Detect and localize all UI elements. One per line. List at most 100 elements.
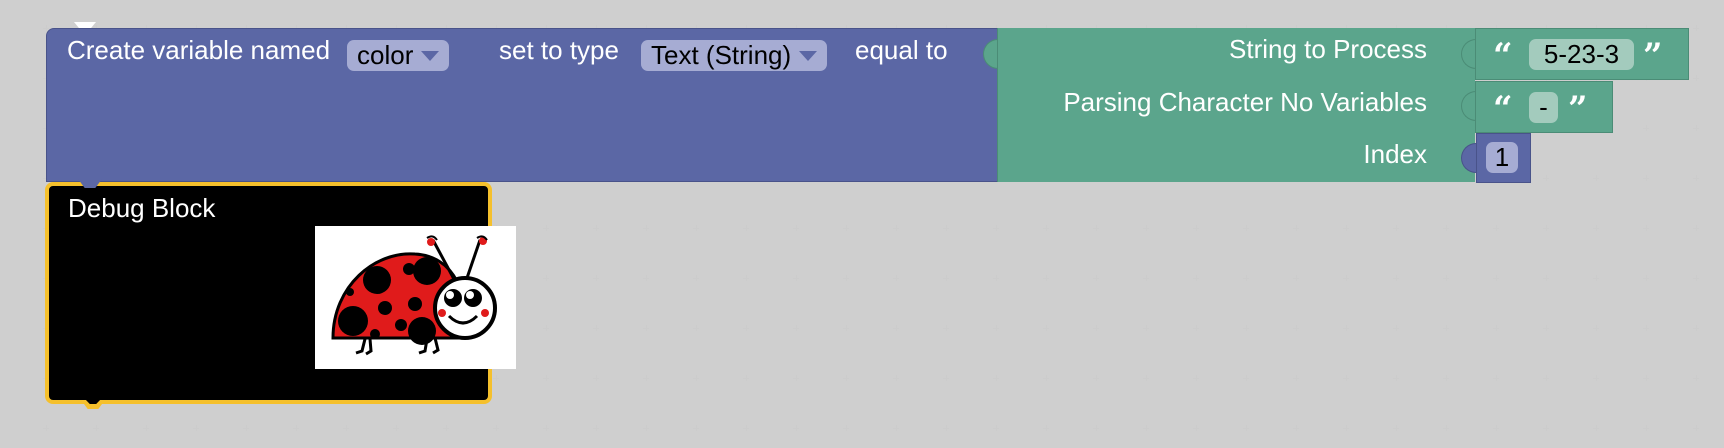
grid-dot xyxy=(643,325,649,331)
grid-dot xyxy=(93,425,99,431)
grid-dot xyxy=(1693,175,1699,181)
index-number-block[interactable]: 1 xyxy=(1476,133,1531,183)
grid-dot xyxy=(693,275,699,281)
ladybug-image xyxy=(315,226,516,369)
grid-dot xyxy=(1443,225,1449,231)
grid-dot xyxy=(593,325,599,331)
grid-dot xyxy=(1593,325,1599,331)
grid-dot xyxy=(1343,425,1349,431)
grid-dot xyxy=(1393,275,1399,281)
grid-dot xyxy=(43,425,49,431)
variable-type-value: Text (String) xyxy=(651,40,792,70)
grid-dot xyxy=(1043,375,1049,381)
grid-dot xyxy=(793,425,799,431)
grid-dot xyxy=(1693,125,1699,131)
grid-dot xyxy=(1693,425,1699,431)
grid-dot xyxy=(1043,425,1049,431)
grid-dot xyxy=(543,225,549,231)
grid-dot xyxy=(1243,325,1249,331)
grid-dot xyxy=(1043,325,1049,331)
grid-dot xyxy=(1693,325,1699,331)
grid-dot xyxy=(1243,375,1249,381)
grid-dot xyxy=(893,425,899,431)
grid-dot xyxy=(1293,425,1299,431)
grid-dot xyxy=(1293,325,1299,331)
grid-dot xyxy=(943,425,949,431)
string-to-process-block[interactable]: “ 5-23-3 ” xyxy=(1475,28,1689,80)
grid-dot xyxy=(643,275,649,281)
grid-dot xyxy=(1243,225,1249,231)
grid-dot xyxy=(1143,375,1149,381)
grid-dot xyxy=(793,325,799,331)
grid-dot xyxy=(1593,425,1599,431)
set-to-type-label: set to type xyxy=(499,35,619,65)
grid-dot xyxy=(943,375,949,381)
create-variable-label: Create variable named xyxy=(67,35,331,65)
grid-dot xyxy=(543,425,549,431)
grid-dot xyxy=(1293,225,1299,231)
index-number-field[interactable]: 1 xyxy=(1486,142,1518,173)
grid-dot xyxy=(793,275,799,281)
grid-dot xyxy=(843,225,849,231)
grid-dot xyxy=(993,325,999,331)
grid-dot xyxy=(693,225,699,231)
grid-dot xyxy=(1643,375,1649,381)
debug-block[interactable]: Debug Block xyxy=(45,182,516,404)
grid-dot xyxy=(1393,225,1399,231)
grid-dot xyxy=(943,225,949,231)
grid-dot xyxy=(1493,325,1499,331)
index-label: Index xyxy=(1363,139,1427,169)
string-to-process-field[interactable]: 5-23-3 xyxy=(1529,39,1634,70)
grid-dot xyxy=(143,425,149,431)
grid-dot xyxy=(1443,425,1449,431)
variable-name-dropdown[interactable]: color xyxy=(347,40,450,71)
variable-name-value: color xyxy=(357,40,414,70)
grid-dot xyxy=(543,275,549,281)
grid-dot xyxy=(1643,175,1649,181)
grid-dot xyxy=(743,425,749,431)
grid-dot xyxy=(1443,375,1449,381)
grid-dot xyxy=(793,375,799,381)
grid-dot xyxy=(693,425,699,431)
grid-dot xyxy=(1143,225,1149,231)
grid-dot xyxy=(593,275,599,281)
grid-dot xyxy=(1593,225,1599,231)
grid-dot xyxy=(1643,425,1649,431)
grid-dot xyxy=(1643,125,1649,131)
grid-dot xyxy=(593,425,599,431)
grid-dot xyxy=(593,375,599,381)
grid-dot xyxy=(393,425,399,431)
grid-dot xyxy=(1193,225,1199,231)
grid-dot xyxy=(993,425,999,431)
grid-dot xyxy=(1643,325,1649,331)
equal-to-label: equal to xyxy=(855,35,948,65)
create-variable-block[interactable]: Create variable named color set to type … xyxy=(46,28,998,182)
grid-dot xyxy=(1693,375,1699,381)
grid-dot xyxy=(1693,225,1699,231)
open-quote-icon: “ xyxy=(1493,89,1513,129)
grid-dot xyxy=(1243,275,1249,281)
variable-type-dropdown[interactable]: Text (String) xyxy=(641,40,828,71)
grid-dot xyxy=(1493,425,1499,431)
grid-dot xyxy=(743,325,749,331)
grid-dot xyxy=(1643,225,1649,231)
grid-dot xyxy=(993,225,999,231)
grid-dot xyxy=(1543,175,1549,181)
grid-dot xyxy=(643,225,649,231)
grid-dot xyxy=(693,375,699,381)
parse-string-block[interactable]: String to Process Parsing Character No V… xyxy=(997,28,1475,182)
parsing-character-field[interactable]: - xyxy=(1529,92,1558,123)
grid-dot xyxy=(1543,425,1549,431)
grid-dot xyxy=(1343,225,1349,231)
grid-dot xyxy=(1093,425,1099,431)
parsing-character-block[interactable]: “ - ” xyxy=(1475,81,1613,133)
debug-block-label: Debug Block xyxy=(68,193,216,223)
grid-dot xyxy=(1543,225,1549,231)
grid-dot xyxy=(1593,175,1599,181)
grid-dot xyxy=(993,275,999,281)
grid-dot xyxy=(1393,375,1399,381)
grid-dot xyxy=(1193,425,1199,431)
grid-dot xyxy=(893,325,899,331)
grid-dot xyxy=(1543,325,1549,331)
grid-dot xyxy=(1393,425,1399,431)
